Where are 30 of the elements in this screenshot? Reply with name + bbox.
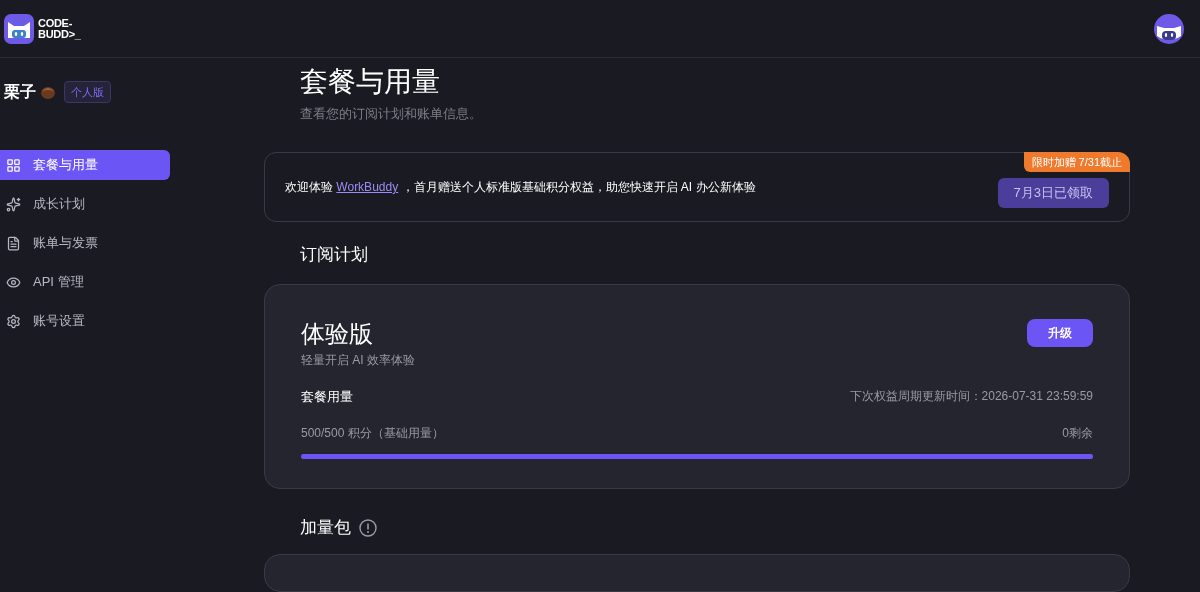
sidebar-item[interactable]: 套餐与用量 xyxy=(0,150,170,180)
sidebar-item[interactable]: 账号设置 xyxy=(0,306,170,336)
promo-tag: 限时加赠 7/31截止 xyxy=(1023,151,1130,172)
usage-amount: 500/500 积分（基础用量） xyxy=(301,425,444,443)
promo-text: 欢迎体验 WorkBuddy ，首月赠送个人标准版基础积分权益，助您快速开启 AI 办公新体验 xyxy=(285,178,756,196)
renewal-time: 下次权益周期更新时间：2026-07-31 23:59:59 xyxy=(849,388,1093,406)
logo-text: CODE- BUDD>_ xyxy=(38,17,81,40)
addon-heading: 加量包 xyxy=(300,516,351,539)
avatar[interactable] xyxy=(1154,13,1184,44)
plan-name: 体验版 xyxy=(301,318,374,349)
info-icon[interactable] xyxy=(359,518,377,537)
upgrade-button[interactable]: 升级 xyxy=(1027,318,1093,347)
sidebar-item[interactable]: 成长计划 xyxy=(0,189,170,219)
plan-badge: 个人版 xyxy=(64,80,111,104)
user-name: 栗子 xyxy=(4,82,36,102)
sidebar-item[interactable]: API 管理 xyxy=(0,267,170,297)
settings-icon xyxy=(6,313,21,329)
plan-description: 轻量开启 AI 效率体验 xyxy=(301,351,415,369)
chestnut-icon xyxy=(40,84,56,100)
sparkle-icon xyxy=(6,196,21,212)
page-title: 套餐与用量 xyxy=(300,65,441,99)
remaining-amount: 0剩余 xyxy=(1062,425,1093,443)
grid-icon xyxy=(6,157,21,173)
eye-icon xyxy=(6,274,21,290)
sidebar-item[interactable]: 账单与发票 xyxy=(0,228,170,258)
usage-label: 套餐用量 xyxy=(301,387,353,406)
page-subtitle: 查看您的订阅计划和账单信息。 xyxy=(300,105,483,123)
subscription-heading: 订阅计划 xyxy=(299,244,369,267)
logo-icon xyxy=(4,13,34,44)
document-icon xyxy=(6,235,21,251)
